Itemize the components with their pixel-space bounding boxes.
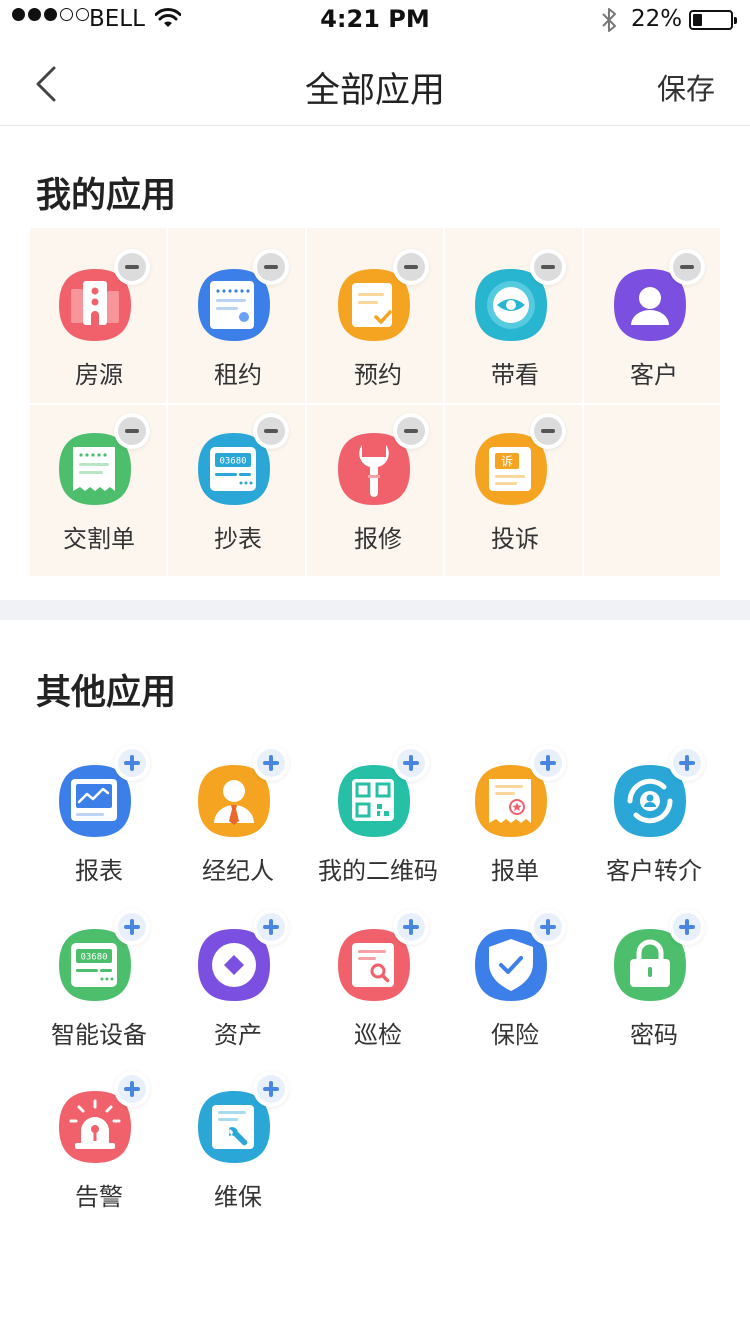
add-app-button[interactable] <box>114 909 150 945</box>
app-label: 智能设备 <box>51 1021 147 1049</box>
app-label: 报修 <box>354 525 402 553</box>
app-customer[interactable]: 客户 <box>585 247 723 410</box>
minus-icon <box>257 253 285 281</box>
add-app-button[interactable] <box>669 909 705 945</box>
minus-icon <box>118 417 146 445</box>
app-lease[interactable]: 租约 <box>169 247 307 410</box>
plus-icon <box>257 749 285 777</box>
plus-icon <box>118 1075 146 1103</box>
app-password[interactable]: 密码 <box>585 907 723 1070</box>
app-label: 密码 <box>630 1021 678 1049</box>
app-maintenance[interactable]: 维保 <box>169 1069 307 1232</box>
remove-app-button[interactable] <box>114 413 150 449</box>
plus-icon <box>534 749 562 777</box>
add-app-button[interactable] <box>669 745 705 781</box>
svg-text:03680: 03680 <box>219 457 246 467</box>
remove-app-button[interactable] <box>530 413 566 449</box>
plus-icon <box>534 913 562 941</box>
app-label: 我的二维码 <box>318 857 438 885</box>
app-inspection[interactable]: 巡检 <box>309 907 447 1070</box>
app-label: 巡检 <box>354 1021 402 1049</box>
app-label: 告警 <box>75 1183 123 1211</box>
battery-percent: 22% <box>631 6 683 32</box>
app-handover-sheet[interactable]: 交割单 <box>30 411 168 574</box>
app-label: 客户转介 <box>606 857 702 885</box>
add-app-button[interactable] <box>393 909 429 945</box>
app-label: 租约 <box>214 361 262 389</box>
plus-icon <box>118 749 146 777</box>
plus-icon <box>397 913 425 941</box>
app-label: 客户 <box>630 361 678 389</box>
app-label: 保险 <box>491 1021 539 1049</box>
remove-app-button[interactable] <box>530 249 566 285</box>
app-label: 经纪人 <box>202 857 274 885</box>
app-agent[interactable]: 经纪人 <box>169 743 307 906</box>
remove-app-button[interactable] <box>114 249 150 285</box>
plus-icon <box>397 749 425 777</box>
app-house-listing[interactable]: 房源 <box>30 247 168 410</box>
remove-app-button[interactable] <box>669 249 705 285</box>
plus-icon <box>257 913 285 941</box>
svg-text:03680: 03680 <box>80 953 107 963</box>
app-label: 带看 <box>491 361 539 389</box>
plus-icon <box>673 913 701 941</box>
minus-icon <box>257 417 285 445</box>
page-title: 全部应用 <box>304 71 445 111</box>
app-label: 投诉 <box>491 525 539 553</box>
minus-icon <box>397 253 425 281</box>
app-my-qr-code[interactable]: 我的二维码 <box>309 743 447 906</box>
save-button[interactable]: 保存 <box>657 66 715 108</box>
add-app-button[interactable] <box>253 909 289 945</box>
app-alarm[interactable]: 告警 <box>30 1069 168 1232</box>
app-label: 报表 <box>75 857 123 885</box>
app-smart-device[interactable]: 03680 智能设备 <box>30 907 168 1070</box>
app-repair[interactable]: 报修 <box>309 411 447 574</box>
bluetooth-icon <box>602 8 616 32</box>
minus-icon <box>673 253 701 281</box>
remove-app-button[interactable] <box>253 249 289 285</box>
section-divider <box>0 600 750 620</box>
app-complaint[interactable]: 诉 投诉 <box>446 411 584 574</box>
app-label: 维保 <box>214 1183 262 1211</box>
plus-icon <box>257 1075 285 1103</box>
plus-icon <box>118 913 146 941</box>
app-viewing[interactable]: 带看 <box>446 247 584 410</box>
grid-cell-empty <box>583 405 720 576</box>
remove-app-button[interactable] <box>253 413 289 449</box>
add-app-button[interactable] <box>253 1071 289 1107</box>
status-bar: BELL 4:21 PM 22% <box>0 0 750 40</box>
minus-icon <box>397 417 425 445</box>
add-app-button[interactable] <box>530 909 566 945</box>
add-app-button[interactable] <box>114 1071 150 1107</box>
svg-text:诉: 诉 <box>501 455 513 469</box>
add-app-button[interactable] <box>530 745 566 781</box>
app-asset[interactable]: 资产 <box>169 907 307 1070</box>
app-meter-reading[interactable]: 03680 抄表 <box>169 411 307 574</box>
remove-app-button[interactable] <box>393 413 429 449</box>
add-app-button[interactable] <box>393 745 429 781</box>
app-label: 资产 <box>214 1021 262 1049</box>
battery-icon <box>689 10 737 30</box>
my-apps-title: 我的应用 <box>36 176 177 216</box>
plus-icon <box>673 749 701 777</box>
app-appointment[interactable]: 预约 <box>309 247 447 410</box>
add-app-button[interactable] <box>114 745 150 781</box>
minus-icon <box>534 417 562 445</box>
app-label: 抄表 <box>214 525 262 553</box>
app-label: 预约 <box>354 361 402 389</box>
app-label: 房源 <box>75 361 123 389</box>
app-label: 交割单 <box>63 525 135 553</box>
minus-icon <box>534 253 562 281</box>
app-insurance[interactable]: 保险 <box>446 907 584 1070</box>
navigation-bar: 全部应用 保存 <box>0 40 750 126</box>
app-label: 报单 <box>491 857 539 885</box>
remove-app-button[interactable] <box>393 249 429 285</box>
app-customer-referral[interactable]: 客户转介 <box>585 743 723 906</box>
other-apps-title: 其他应用 <box>36 673 177 713</box>
app-order-report[interactable]: 报单 <box>446 743 584 906</box>
minus-icon <box>118 253 146 281</box>
app-report[interactable]: 报表 <box>30 743 168 906</box>
add-app-button[interactable] <box>253 745 289 781</box>
